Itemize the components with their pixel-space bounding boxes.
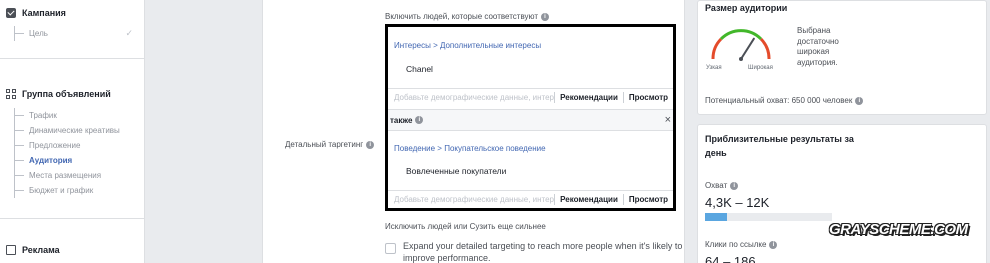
browse-button[interactable]: Просмотр: [624, 195, 673, 204]
reach-bar-fill: [705, 213, 727, 221]
targeting-selected-interest[interactable]: Chanel: [406, 64, 433, 74]
ad-icon: [6, 245, 16, 255]
gauge-arc-narrow: [711, 37, 723, 60]
gauge-label-wide: Широкая: [748, 65, 773, 71]
nav-item-label: Цель: [29, 29, 48, 38]
expand-targeting-option: Expand your detailed targeting to reach …: [385, 240, 688, 263]
nav-item-label: Места размещения: [29, 171, 102, 180]
gauge-needle: [740, 37, 755, 60]
include-title: Включить людей, которые соответствуют i: [385, 12, 550, 21]
expand-targeting-text: Expand your detailed targeting to reach …: [403, 241, 683, 263]
audience-size-card: Размер аудитории Узкая Широкая Выбрана д…: [697, 0, 987, 115]
reach-label-text: Охват: [705, 181, 728, 190]
info-icon[interactable]: i: [415, 116, 424, 124]
checkbox-checked-icon: [6, 8, 16, 18]
nav-divider: [0, 58, 145, 59]
adset-grid-icon: [6, 89, 16, 99]
recommendations-button[interactable]: Рекомендации: [555, 195, 623, 204]
also-label: также: [390, 115, 413, 125]
nav-ad[interactable]: Реклама: [0, 243, 145, 257]
nav-campaign-label: Кампания: [22, 8, 66, 18]
close-icon[interactable]: ×: [665, 114, 671, 126]
targeting-selected-behavior[interactable]: Вовлеченные покупатели: [406, 166, 506, 176]
nav-item-audience[interactable]: Аудитория: [0, 153, 145, 168]
gauge-pivot: [739, 57, 743, 61]
detailed-targeting-label: Детальный таргетинг i: [285, 140, 375, 149]
also-match-bar: также i ×: [388, 109, 673, 131]
nav-item-placements[interactable]: Места размещения: [0, 168, 145, 183]
audience-size-title: Размер аудитории: [705, 3, 788, 13]
nav-item-label: Бюджет и график: [29, 186, 94, 195]
audience-description: Выбрана достаточно широкая аудитория.: [797, 26, 839, 67]
info-icon[interactable]: i: [366, 140, 375, 149]
targeting-search-input[interactable]: Добавьте демографические данные, интерес…: [388, 195, 554, 204]
left-nav: Кампания Цель ✓ Группа объявлений Трафик…: [0, 0, 145, 263]
estimated-results-title: Приблизительные результаты за день: [705, 134, 854, 158]
field-label-text: Детальный таргетинг: [285, 140, 364, 149]
nav-item-offer[interactable]: Предложение: [0, 138, 145, 153]
gauge-label-narrow: Узкая: [706, 65, 722, 71]
audience-gauge-icon: [711, 29, 771, 61]
exclude-narrow-link[interactable]: Исключить людей или Сузить еще сильнее: [385, 222, 546, 231]
nav-ad-label: Реклама: [22, 245, 60, 255]
check-icon: ✓: [125, 28, 133, 38]
nav-section-campaign: Кампания Цель ✓: [0, 6, 145, 41]
targeting-path-interests[interactable]: Интересы > Дополнительные интересы: [394, 41, 541, 50]
gauge-arc-wide: [759, 37, 771, 60]
recommendations-button[interactable]: Рекомендации: [555, 93, 623, 102]
targeting-search-input[interactable]: Добавьте демографические данные, интерес…: [388, 93, 554, 102]
nav-section-adset: Группа объявлений Трафик Динамические кр…: [0, 87, 145, 198]
targeting-input-row: Добавьте демографические данные, интерес…: [388, 88, 673, 106]
gauge-arc-good: [719, 29, 763, 41]
info-icon[interactable]: i: [855, 96, 864, 105]
reach-bar: [705, 213, 832, 221]
include-title-text: Включить людей, которые соответствуют: [385, 12, 539, 21]
nav-item-label: Трафик: [29, 111, 57, 120]
watermark: GRAYSCHEME.COM: [829, 221, 968, 238]
nav-campaign[interactable]: Кампания: [0, 6, 145, 20]
nav-item-label: Предложение: [29, 141, 81, 150]
nav-divider: [0, 218, 145, 219]
nav-item-label: Динамические креативы: [29, 126, 120, 135]
potential-reach-text: Потенциальный охват: 650 000 человек: [705, 96, 853, 105]
clicks-value: 64 – 186: [705, 254, 756, 263]
nav-item-dynamic-creative[interactable]: Динамические креативы: [0, 123, 145, 138]
clicks-label: Клики по ссылке i: [705, 240, 778, 249]
nav-section-ad: Реклама: [0, 243, 145, 257]
targeting-box: Интересы > Дополнительные интересы Chane…: [385, 24, 676, 211]
targeting-input-row: Добавьте демографические данные, интерес…: [388, 190, 673, 208]
nav-item-traffic[interactable]: Трафик: [0, 108, 145, 123]
nav-item-label: Аудитория: [29, 156, 73, 165]
info-icon[interactable]: i: [730, 181, 739, 190]
clicks-label-text: Клики по ссылке: [705, 240, 767, 249]
info-icon[interactable]: i: [769, 240, 778, 249]
browse-button[interactable]: Просмотр: [624, 93, 673, 102]
nav-adset-label: Группа объявлений: [22, 89, 111, 99]
info-icon[interactable]: i: [541, 12, 550, 21]
potential-reach: Потенциальный охват: 650 000 человек i: [705, 96, 864, 105]
nav-adset[interactable]: Группа объявлений: [0, 87, 145, 101]
reach-label: Охват i: [705, 181, 739, 190]
reach-value: 4,3K – 12K: [705, 195, 770, 210]
expand-targeting-checkbox[interactable]: [385, 243, 396, 254]
nav-item-objective[interactable]: Цель ✓: [0, 26, 145, 41]
estimated-results-card: Приблизительные результаты за день Охват…: [697, 124, 987, 263]
nav-item-budget[interactable]: Бюджет и график: [0, 183, 145, 198]
targeting-path-behaviors[interactable]: Поведение > Покупательское поведение: [394, 144, 546, 153]
